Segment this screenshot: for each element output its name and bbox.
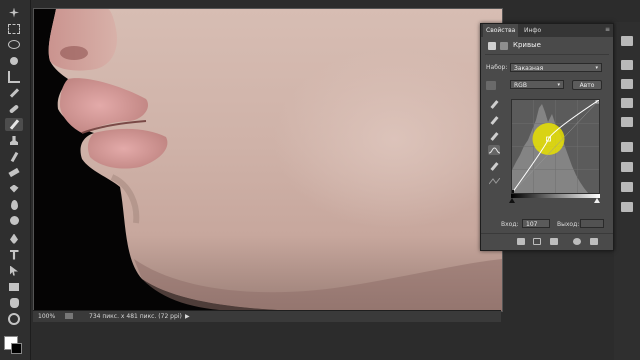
- white-input-slider[interactable]: [594, 198, 600, 203]
- auto-button[interactable]: Авто: [572, 80, 602, 90]
- preset-label: Набор:: [486, 64, 508, 71]
- collapse-dock-icon[interactable]: [621, 36, 633, 46]
- chevron-down-icon: ▾: [557, 82, 560, 88]
- zoom-level[interactable]: 100%: [38, 311, 55, 322]
- input-label: Вход:: [501, 221, 519, 228]
- divider: [481, 233, 613, 234]
- properties-panel-icon[interactable]: [621, 182, 633, 192]
- status-preview-icon[interactable]: [65, 313, 73, 319]
- face-profile: [34, 9, 502, 311]
- black-point-eyedropper-icon[interactable]: [488, 99, 500, 109]
- hand-tool-icon[interactable]: [5, 296, 23, 309]
- marquee-tool-icon[interactable]: [5, 22, 23, 35]
- background-color-swatch[interactable]: [11, 343, 22, 354]
- clip-to-layer-icon[interactable]: [517, 238, 525, 245]
- eyedropper-tool-icon[interactable]: [5, 86, 23, 99]
- adjustments-panel-icon[interactable]: [621, 162, 633, 172]
- black-input-slider[interactable]: [509, 198, 515, 203]
- panel-title: Кривые: [513, 41, 541, 49]
- preset-value: Заказная: [514, 65, 544, 72]
- document-canvas[interactable]: [33, 8, 503, 312]
- document-info: 734 пикс. x 481 пикс. (72 ppi): [89, 313, 182, 320]
- dodge-tool-icon[interactable]: [5, 214, 23, 227]
- chevron-down-icon: ▾: [595, 65, 598, 71]
- reset-icon[interactable]: [550, 238, 558, 245]
- clone-stamp-tool-icon[interactable]: [5, 134, 23, 147]
- curves-adjustment-icon: [488, 42, 496, 50]
- zoom-tool-icon[interactable]: [5, 312, 23, 325]
- curve-graph[interactable]: [511, 99, 600, 194]
- tab-properties[interactable]: Свойства: [483, 24, 519, 37]
- right-dock: [614, 22, 640, 360]
- properties-panel: Свойства Инфо ≡ Кривые Набор: Заказная ▾…: [480, 23, 614, 251]
- input-field[interactable]: 107: [522, 219, 550, 228]
- blur-tool-icon[interactable]: [5, 198, 23, 211]
- black-endpoint: [512, 190, 514, 193]
- history-panel-icon[interactable]: [621, 142, 633, 152]
- draw-pencil-icon[interactable]: [488, 161, 500, 171]
- gray-point-eyedropper-icon[interactable]: [488, 115, 500, 125]
- lasso-tool-icon[interactable]: [5, 38, 23, 51]
- smooth-curve-icon[interactable]: [488, 176, 500, 186]
- status-menu-arrow-icon[interactable]: ▶: [185, 311, 190, 322]
- on-image-adjust-icon[interactable]: [486, 81, 496, 90]
- view-previous-state-icon[interactable]: [533, 238, 541, 245]
- move-tool-icon[interactable]: [5, 6, 23, 19]
- brush-tool-icon[interactable]: [5, 118, 23, 131]
- healing-brush-tool-icon[interactable]: [5, 102, 23, 115]
- divider: [485, 54, 609, 55]
- swatches-panel-icon[interactable]: [621, 79, 633, 89]
- layers-panel-icon[interactable]: [621, 98, 633, 108]
- type-tool-icon[interactable]: [5, 248, 23, 261]
- tools-panel: [0, 0, 31, 360]
- channels-panel-icon[interactable]: [621, 117, 633, 127]
- channel-select[interactable]: RGB ▾: [510, 80, 564, 89]
- tab-info[interactable]: Инфо: [521, 24, 544, 37]
- path-selection-tool-icon[interactable]: [5, 264, 23, 277]
- history-brush-tool-icon[interactable]: [5, 150, 23, 163]
- curve-plot[interactable]: [512, 100, 599, 193]
- color-panel-icon[interactable]: [621, 60, 633, 70]
- mask-icon[interactable]: [500, 42, 508, 50]
- paths-panel-icon[interactable]: [621, 202, 633, 212]
- output-field[interactable]: [580, 219, 604, 228]
- crop-tool-icon[interactable]: [5, 70, 23, 83]
- panel-tabs: Свойства Инфо ≡: [481, 24, 613, 37]
- quick-selection-tool-icon[interactable]: [5, 54, 23, 67]
- rectangle-tool-icon[interactable]: [5, 280, 23, 293]
- input-gradient-bar: [511, 194, 600, 198]
- preset-select[interactable]: Заказная ▾: [510, 63, 602, 72]
- eraser-tool-icon[interactable]: [5, 166, 23, 179]
- panel-menu-icon[interactable]: ≡: [605, 26, 610, 33]
- paint-bucket-tool-icon[interactable]: [5, 182, 23, 195]
- edit-points-curve-icon[interactable]: [488, 145, 500, 155]
- channel-value: RGB: [514, 82, 527, 89]
- visibility-eye-icon[interactable]: [573, 238, 581, 245]
- status-bar: 100% 734 пикс. x 481 пикс. (72 ppi) ▶: [33, 310, 501, 322]
- face-photo: [34, 9, 502, 311]
- white-point-eyedropper-icon[interactable]: [488, 131, 500, 141]
- trash-icon[interactable]: [590, 238, 598, 245]
- pen-tool-icon[interactable]: [5, 232, 23, 245]
- output-label: Выход:: [557, 221, 580, 228]
